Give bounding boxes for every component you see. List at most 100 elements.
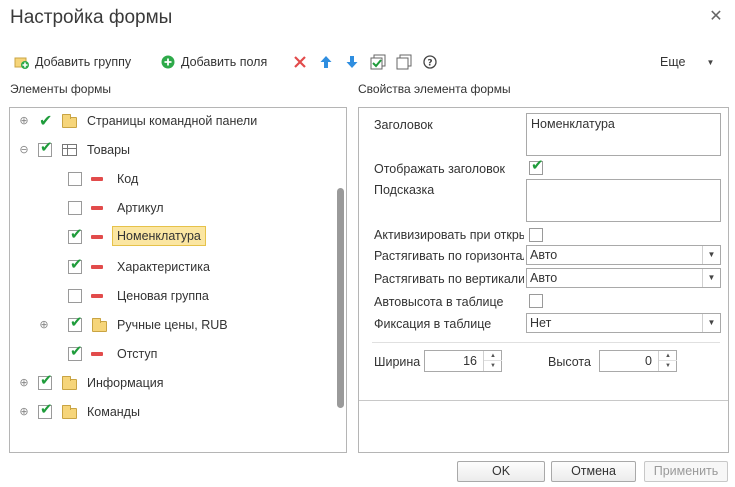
ok-button[interactable]: OK: [457, 461, 545, 482]
delete-button[interactable]: [292, 52, 308, 72]
checkmark-icon: ✔: [70, 256, 83, 273]
chevron-down-icon[interactable]: ▼: [702, 246, 720, 264]
table-icon: [62, 144, 77, 156]
expand-icon[interactable]: ⊕: [19, 407, 29, 418]
expand-icon[interactable]: ⊕: [19, 116, 29, 127]
decrement-icon[interactable]: ▼: [659, 361, 677, 371]
folder-icon: [62, 114, 77, 128]
activate-checkbox[interactable]: [529, 228, 543, 242]
checkmark-icon: ✔: [40, 401, 53, 418]
help-button[interactable]: ?: [422, 52, 438, 72]
checkmark-icon: ✔: [70, 343, 83, 360]
field-icon: [91, 294, 103, 298]
tree-item[interactable]: Ценовая группа: [9, 285, 335, 307]
stretch-horizontal-label: Растягивать по горизонтал: [374, 249, 524, 263]
element-properties-title: Свойства элемента формы: [358, 82, 511, 96]
item-checkbox[interactable]: ✔: [68, 314, 83, 332]
delete-x-icon: [292, 54, 308, 70]
tree-item[interactable]: ⊕ ✔ Страницы командной панели: [9, 110, 335, 132]
svg-text:?: ?: [427, 59, 432, 69]
checkmark-icon: ✔: [531, 157, 544, 174]
divider: [359, 400, 728, 401]
check-all-button[interactable]: [370, 52, 386, 72]
checkmark-icon: ✔: [70, 226, 83, 243]
tree-item[interactable]: ⊕ ✔ Информация: [9, 372, 335, 394]
width-value: 16: [463, 354, 477, 368]
move-up-button[interactable]: [318, 52, 334, 72]
tree-item-label: Артикул: [117, 201, 164, 215]
item-checkbox[interactable]: [68, 201, 82, 215]
tree-item-label: Характеристика: [117, 260, 210, 274]
spinner-arrows: ▲ ▼: [658, 351, 677, 371]
autoheight-checkbox[interactable]: [529, 294, 543, 308]
tree-item-label: Страницы командной панели: [87, 114, 258, 128]
add-group-button[interactable]: Добавить группу: [14, 52, 131, 72]
item-checkbox[interactable]: ✔: [38, 372, 53, 390]
tree-scrollbar[interactable]: [336, 108, 345, 452]
tree-item[interactable]: ✔ Характеристика: [9, 256, 335, 278]
autoheight-label: Автовысота в таблице: [374, 295, 504, 309]
uncheck-all-button[interactable]: [396, 52, 412, 72]
tree-item[interactable]: ✔ Номенклатура: [9, 226, 335, 248]
header-label: Заголовок: [374, 118, 433, 132]
item-checkbox[interactable]: ✔: [68, 343, 83, 361]
item-checkbox[interactable]: [68, 289, 82, 303]
height-value: 0: [645, 354, 652, 368]
checkmark-icon: ✔: [40, 372, 53, 389]
height-spinner[interactable]: 0 ▲ ▼: [599, 350, 677, 372]
header-field[interactable]: Номенклатура: [526, 113, 721, 156]
tree-item[interactable]: Код: [9, 168, 335, 190]
item-checkbox[interactable]: ✔: [68, 256, 83, 274]
scrollbar-thumb[interactable]: [337, 188, 344, 408]
expand-icon[interactable]: ⊕: [19, 378, 29, 389]
tree-rows: ⊕ ✔ Страницы командной панели ⊖ ✔ Товары Код Ар…: [9, 107, 335, 453]
tree-item-label: Ручные цены, RUB: [117, 318, 228, 332]
chevron-down-icon[interactable]: ▼: [702, 314, 720, 332]
tree-item-label: Ценовая группа: [117, 289, 209, 303]
add-group-icon: [14, 54, 30, 70]
tree-item-label-selected: Номенклатура: [112, 226, 206, 246]
hint-field[interactable]: [526, 179, 721, 222]
tree-item-label: Товары: [87, 143, 130, 157]
item-checkbox[interactable]: ✔: [38, 139, 53, 157]
show-header-label: Отображать заголовок: [374, 162, 506, 176]
tree-item[interactable]: Артикул: [9, 197, 335, 219]
apply-button[interactable]: Применить: [644, 461, 728, 482]
width-spinner[interactable]: 16 ▲ ▼: [424, 350, 502, 372]
checkmark-icon: ✔: [40, 139, 53, 156]
expand-icon[interactable]: ⊕: [39, 320, 49, 331]
item-checkbox[interactable]: [68, 172, 82, 186]
divider: [372, 342, 720, 343]
tree-item[interactable]: ✔ Отступ: [9, 343, 335, 365]
spinner-arrows: ▲ ▼: [483, 351, 502, 371]
field-icon: [91, 352, 103, 356]
decrement-icon[interactable]: ▼: [484, 361, 502, 371]
arrow-up-icon: [318, 54, 334, 70]
tree-item[interactable]: ⊕ ✔ Команды: [9, 401, 335, 423]
more-menu-button[interactable]: Еще ▼: [660, 52, 714, 72]
tree-item-label: Код: [117, 172, 139, 186]
collapse-icon[interactable]: ⊖: [19, 145, 29, 156]
move-down-button[interactable]: [344, 52, 360, 72]
stretch-vertical-select[interactable]: Авто ▼: [526, 268, 721, 288]
chevron-down-icon[interactable]: ▼: [702, 269, 720, 287]
stretch-vertical-value: Авто: [530, 271, 558, 285]
tree-item[interactable]: ⊕ ✔ Ручные цены, RUB: [9, 314, 335, 336]
cancel-button[interactable]: Отмена: [551, 461, 636, 482]
stretch-horizontal-select[interactable]: Авто ▼: [526, 245, 721, 265]
stretch-vertical-label: Растягивать по вертикали: [374, 272, 524, 286]
item-checkbox[interactable]: ✔: [38, 401, 53, 419]
field-icon: [91, 235, 103, 239]
checkmark-icon: ✔: [70, 314, 83, 331]
close-icon[interactable]: ✕: [708, 9, 724, 25]
show-header-checkbox[interactable]: ✔: [529, 157, 544, 175]
fix-in-table-select[interactable]: Нет ▼: [526, 313, 721, 333]
item-checkbox[interactable]: ✔: [39, 111, 52, 131]
increment-icon[interactable]: ▲: [484, 351, 502, 361]
add-fields-button[interactable]: Добавить поля: [160, 52, 267, 72]
increment-icon[interactable]: ▲: [659, 351, 677, 361]
arrow-down-icon: [344, 54, 360, 70]
tree-item[interactable]: ⊖ ✔ Товары: [9, 139, 335, 161]
tree-item-label: Команды: [87, 405, 140, 419]
item-checkbox[interactable]: ✔: [68, 226, 83, 244]
